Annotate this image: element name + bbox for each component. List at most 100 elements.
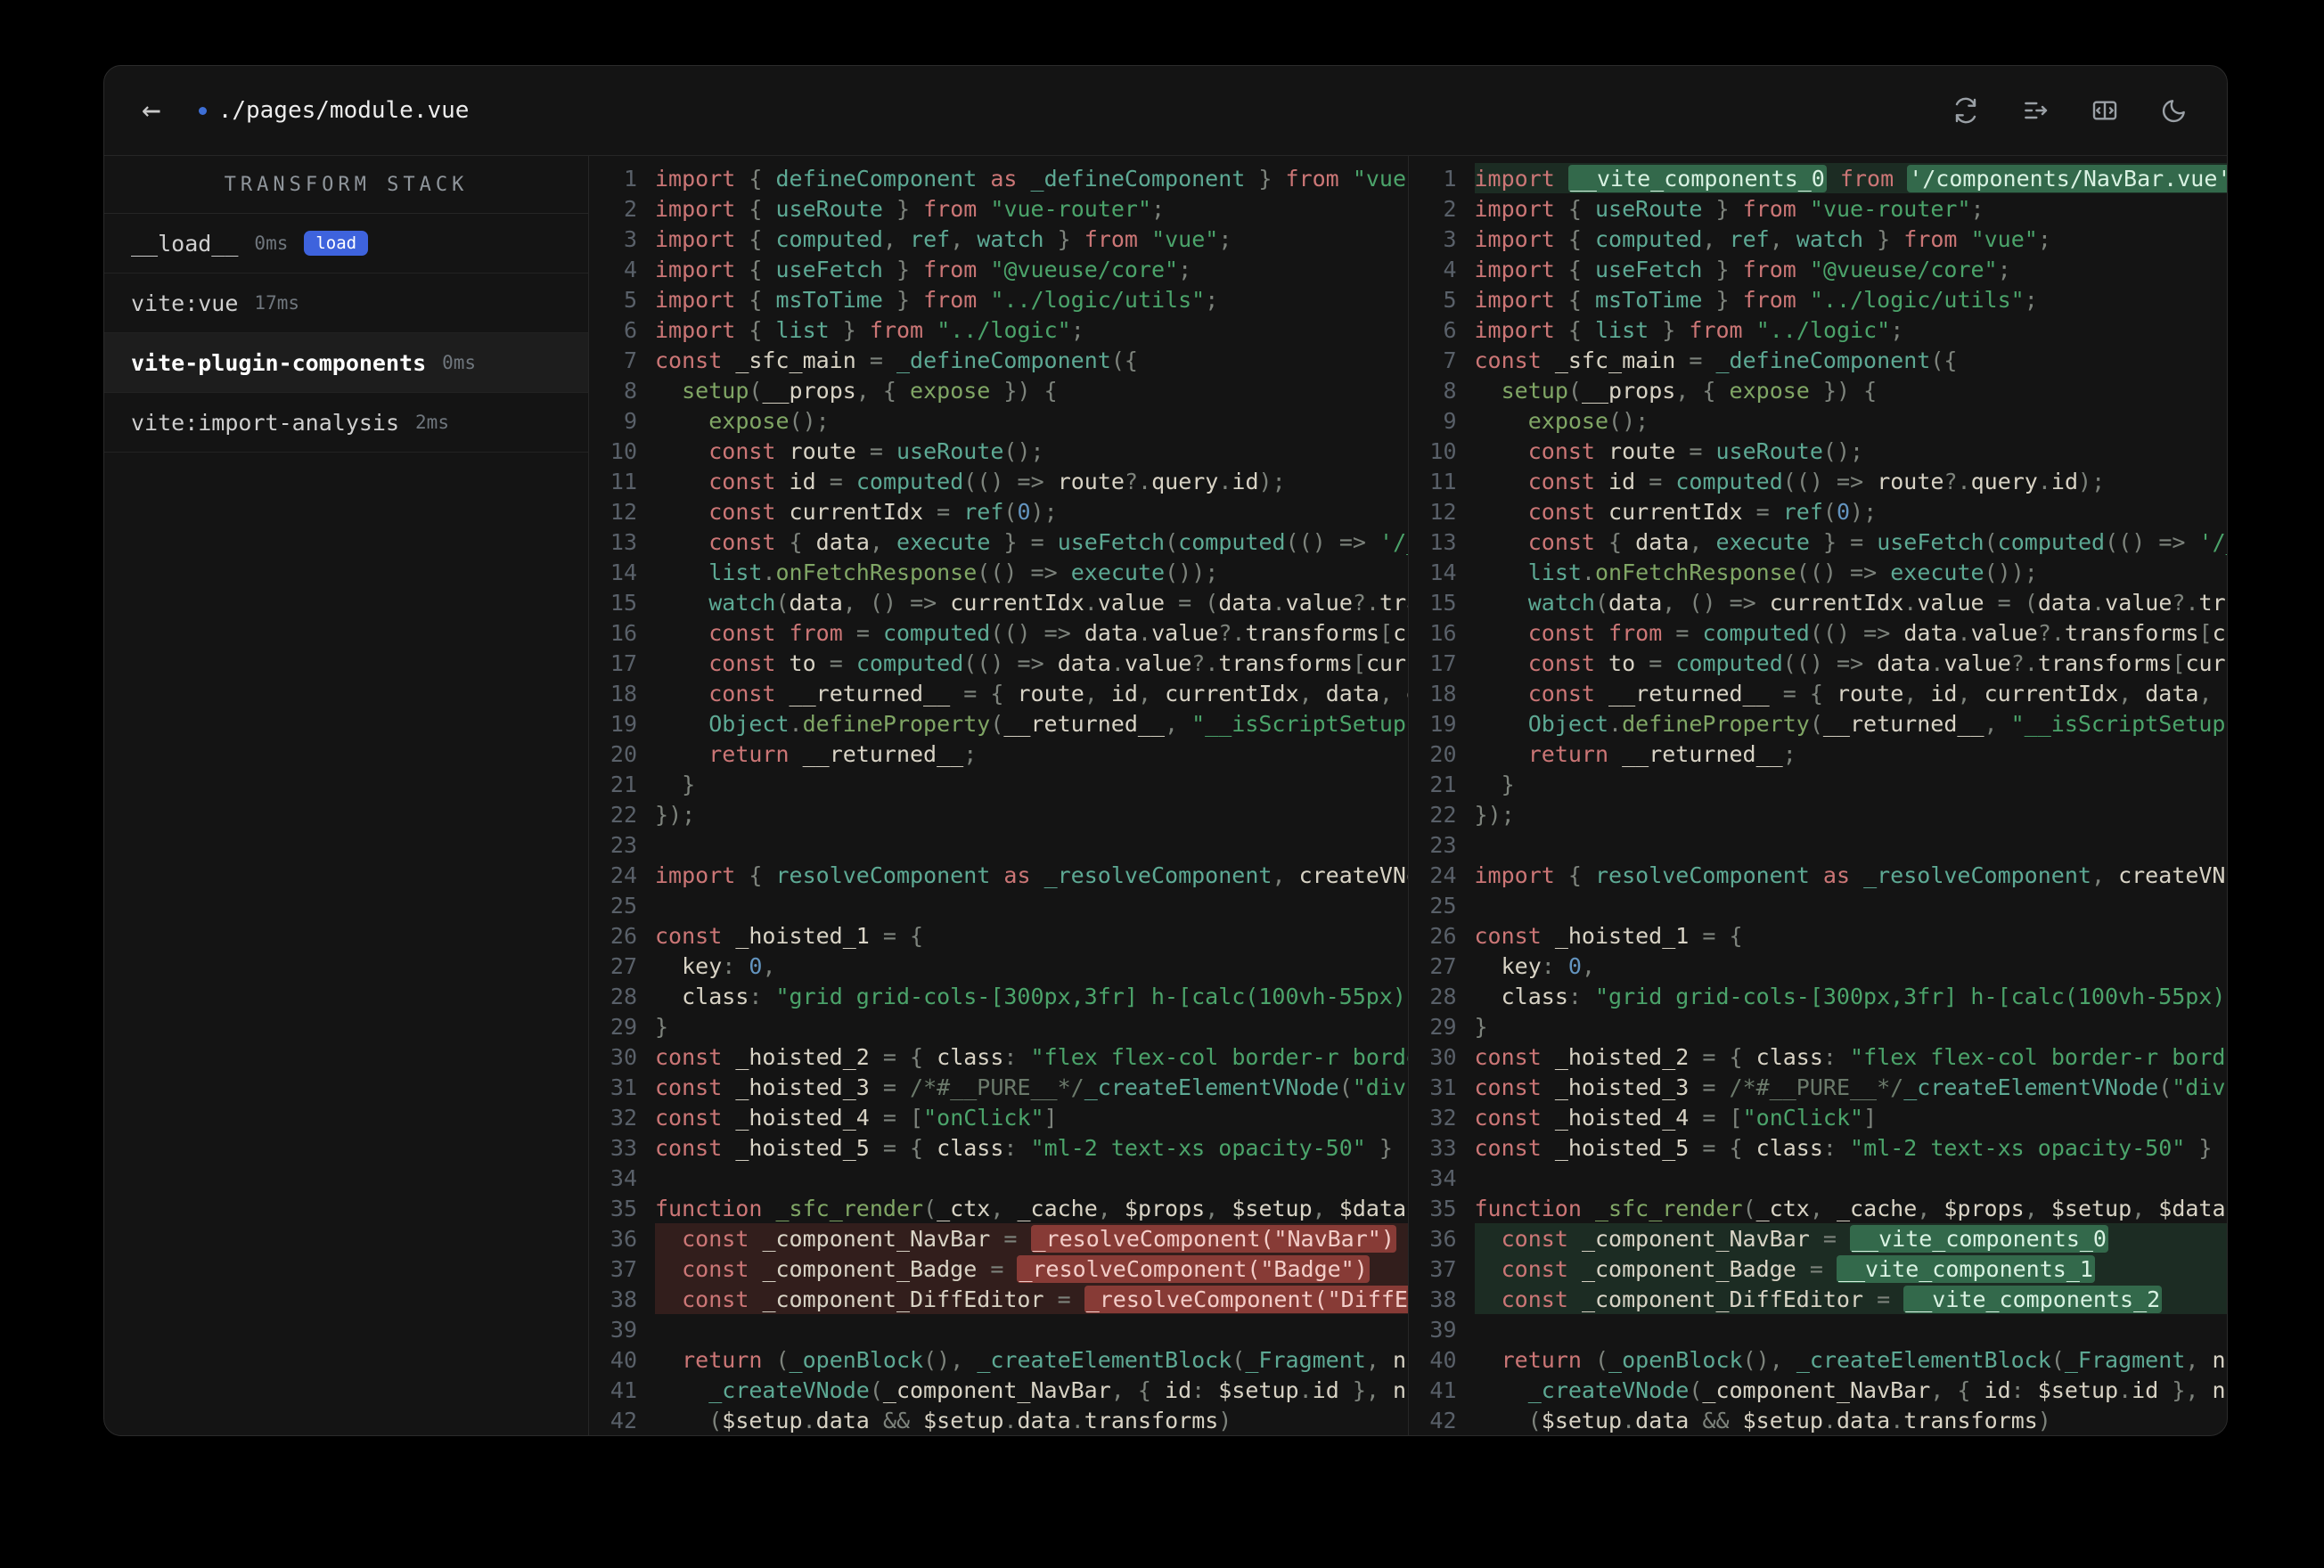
code-text: const _hoisted_4 = ["onClick"] [1474,1104,1878,1131]
line-number: 34 [610,1164,637,1191]
dark-mode-icon[interactable] [2159,95,2189,126]
code-line: 1 import { defineComponent as _defineComp… [589,163,1408,193]
code-line: 12 const currentIdx = ref(0); [589,496,1408,527]
transform-stack-item-vite-vue[interactable]: vite:vue 17ms [104,274,588,333]
code-line: 7 const _sfc_main = _defineComponent({ [589,345,1408,375]
code-text: const _component_NavBar = __vite_compone… [1474,1223,2227,1254]
diff-word-highlight: __vite_components_2 [1903,1285,2163,1313]
code-line: 26 const _hoisted_1 = { [589,920,1408,951]
code-text: import { useFetch } from "@vueuse/core"; [1474,256,2011,282]
line-number: 33 [1429,1134,1457,1161]
line-number: 41 [1429,1376,1457,1403]
line-number: 18 [610,680,637,706]
code-text: const _hoisted_4 = ["onClick"] [655,1104,1058,1131]
line-number: 9 [1443,407,1457,434]
line-number: 28 [610,983,637,1009]
load-badge: load [304,231,369,256]
code-line: 4 import { useFetch } from "@vueuse/core"… [1409,254,2228,284]
code-line: 4 import { useFetch } from "@vueuse/core"… [589,254,1408,284]
code-line: 35 function _sfc_render(_ctx, _cache, $pr… [1409,1193,2227,1223]
code-line: 30 const _hoisted_2 = { class: "flex flex… [1409,1041,2227,1072]
title-bar: ← ./pages/module.vue [104,66,2227,156]
code-text: const id = computed(() = > route?. query. i… [1527,468,2106,494]
transform-stack-item-vite-import-analysis[interactable]: vite:import-analysis 2ms [104,393,588,453]
code-line: 40 return (_openBlock(), _createElementB… [1409,1344,2227,1375]
diff-word-highlight: __vite_components_0 [1567,164,1827,192]
code-pane-after[interactable]: 1 import __vite_components_0 from '/compo… [1407,156,2228,1435]
code-text: key: 0, [1501,952,1596,979]
transform-stack-title: TRANSFORM STACK [104,156,588,214]
line-number: 8 [1443,377,1457,404]
transform-time: 17ms [254,292,299,314]
line-number: 21 [610,771,637,797]
code-line: 29} [589,1011,1408,1041]
transform-stack-item-load[interactable]: __load__ 0ms load [104,214,588,274]
code-line: 9 expose(); [589,405,1408,436]
split-view-icon[interactable] [2090,95,2120,126]
line-number: 30 [610,1043,637,1070]
code-line: 6 import { list } from "../logic"; [589,314,1408,345]
code-line: 30 const _hoisted_2 = { class: "flex flex… [589,1041,1408,1072]
code-line: 33 const _hoisted_5 = { class: "ml-2 text… [1409,1132,2228,1163]
code-line: 37 const _component_Badge = _resolveComp… [589,1254,1408,1284]
code-text: const _component_Badge = _resolveCompone… [655,1254,1408,1284]
code-line: 32 const _hoisted_4 = ["onClick"] [589,1102,1408,1132]
line-number: 14 [610,559,637,585]
line-number: 32 [1429,1104,1457,1131]
transform-name: __load__ [131,230,239,257]
code-line: 15 watch(data, () = > currentIdx. value = … [1409,587,2227,617]
code-text: } [1501,771,1515,797]
code-line: 10 const route = useRoute(); [589,436,1408,466]
code-line: 21 } [589,769,1408,799]
code-line: 25 [589,890,1408,920]
code-text: const route = useRoute(); [1527,437,1864,464]
line-number: 37 [610,1255,637,1282]
code-line: 36 const _component_NavBar = _resolveCom… [589,1223,1408,1254]
line-number: 36 [610,1225,637,1252]
code-line: 3 import { computed, ref, watch } from "v… [589,224,1408,254]
code-text: import __vite_components_0 from '/compon… [1474,163,2227,193]
code-line: 3 import { computed, ref, watch } from "v… [1409,224,2228,254]
back-button[interactable]: ← [142,94,161,127]
code-line: 21 } [1409,769,2228,799]
code-line: 5 import { msToTime } from "../logic/util… [589,284,1408,314]
code-line: 27 key: 0, [589,951,1408,981]
code-line: 2 import { useRoute } from "vue-router"; [1409,193,2228,224]
code-pane-before[interactable]: 1 import { defineComponent as _defineComp… [589,156,1408,1435]
window-body: TRANSFORM STACK __load__ 0ms load vite:vue 1… [104,156,2227,1435]
code-line: 26 const _hoisted_1 = { [1409,920,2228,951]
inline-diff-icon[interactable] [2020,95,2050,126]
code-line: 17 const to = computed(() = > data. value?… [589,648,1408,678]
line-number: 10 [610,437,637,464]
modified-dot-icon [198,106,207,115]
line-number: 35 [610,1195,637,1221]
line-number: 25 [610,892,637,919]
code-text: Object. defineProperty(__returned__, "__i… [708,710,1408,737]
code-line: 20 return __returned__; [1409,739,2228,769]
code-text: const currentIdx = ref(0); [1527,498,1878,525]
code-text: import { useRoute } from "vue-router"; [655,195,1166,222]
code-text: const route = useRoute(); [708,437,1044,464]
transform-time: 0ms [254,233,289,254]
code-text: const _sfc_main = _defineComponent({ [1474,347,1958,373]
code-text: setup(__props, { expose }) { [682,377,1058,404]
line-number: 17 [1429,649,1457,676]
code-text: const _hoisted_1 = { [1474,922,1743,949]
line-number: 29 [1429,1013,1457,1040]
code-text: } [655,1013,669,1040]
line-number: 23 [1429,831,1457,858]
line-number: 3 [1443,225,1457,252]
line-number: 27 [610,952,637,979]
line-number: 33 [610,1134,637,1161]
code-text: import { defineComponent as _defineCompo… [655,165,1408,192]
line-number: 3 [623,225,637,252]
code-line: 23 [1409,829,2228,860]
code-text: } [1474,1013,1488,1040]
code-text: const { data, execute } = useFetch(compu… [1527,528,2227,555]
line-number: 37 [1429,1255,1457,1282]
line-number: 28 [1429,983,1457,1009]
line-number: 16 [1429,619,1457,646]
refresh-icon[interactable] [1951,95,1981,126]
transform-stack-item-vite-plugin-components[interactable]: vite-plugin-components 0ms [104,333,588,393]
